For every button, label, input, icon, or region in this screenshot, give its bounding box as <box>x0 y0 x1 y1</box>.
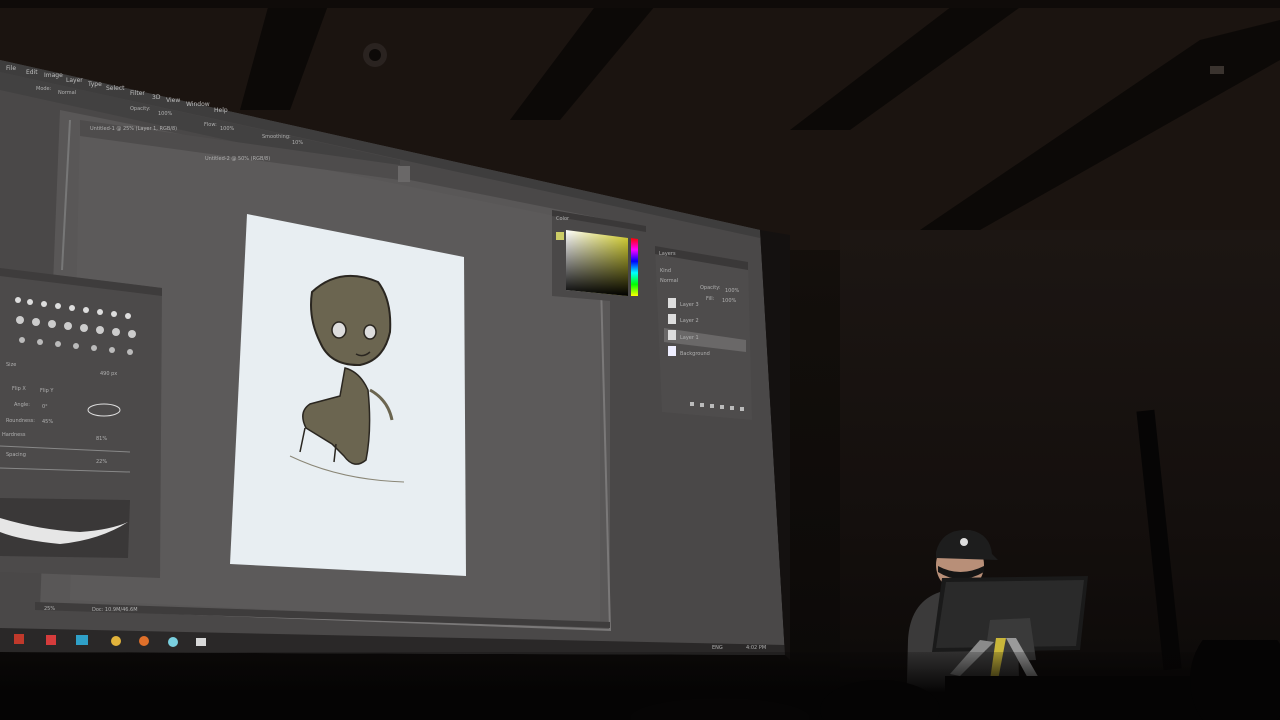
brush-spacing-value[interactable]: 22% <box>96 459 107 465</box>
layers-fill-label: Fill: <box>706 296 715 302</box>
layer-name: Layer 3 <box>680 302 699 308</box>
brush-settings-panel: Size 490 px Flip X Flip Y Angle: 0° Roun… <box>0 268 162 578</box>
color-panel-title: Color <box>556 216 570 222</box>
audience-heads <box>630 640 1280 720</box>
menu-3d[interactable]: 3D <box>152 94 161 101</box>
brush-size-value[interactable]: 490 px <box>100 371 117 377</box>
option-opacity-label: Opacity: <box>130 106 151 112</box>
brush-angle-label: Angle: <box>14 402 30 408</box>
menu-filter[interactable]: Filter <box>130 90 145 97</box>
option-smoothing-value[interactable]: 10% <box>292 140 303 146</box>
menu-file[interactable]: File <box>6 65 16 72</box>
menu-image[interactable]: Image <box>44 72 63 79</box>
menu-window[interactable]: Window <box>186 101 210 108</box>
brush-hardness-label: Hardness <box>2 432 26 438</box>
layer-thumbnail <box>668 314 676 324</box>
brush-roundness-value[interactable]: 45% <box>42 419 53 425</box>
window-control-icon[interactable] <box>398 166 410 182</box>
layer-name: Layer 1 <box>680 335 699 341</box>
menu-type[interactable]: Type <box>87 81 102 88</box>
menu-layer[interactable]: Layer <box>66 77 83 84</box>
layers-panel: Layers Kind Normal Opacity: 100% Fill: 1… <box>655 246 752 420</box>
brush-roundness-label: Roundness: <box>6 418 35 424</box>
layer-name: Layer 2 <box>680 318 699 324</box>
flip-y-checkbox[interactable]: Flip Y <box>40 388 54 394</box>
option-mode-value[interactable]: Normal <box>58 90 76 96</box>
foreground-swatch[interactable] <box>556 232 564 240</box>
layers-panel-title: Layers <box>659 251 676 257</box>
layers-fill-value[interactable]: 100% <box>722 298 737 304</box>
projection-screen: 25% Doc: 10.9M/46.6M File Edit Image Lay… <box>0 60 790 660</box>
option-smoothing-label: Smoothing: <box>262 134 291 140</box>
cap <box>936 529 998 560</box>
menu-edit[interactable]: Edit <box>26 69 38 76</box>
brush-hardness-value[interactable]: 81% <box>96 436 107 442</box>
brush-size-label: Size <box>6 362 16 368</box>
menu-select[interactable]: Select <box>106 85 125 92</box>
color-panel: Color <box>552 210 646 304</box>
tab-untitled-1[interactable]: Untitled-1 @ 25% (Layer 1, RGB/8) <box>90 126 177 132</box>
layer-name: Background <box>680 351 710 357</box>
layers-kind-filter[interactable]: Kind <box>660 268 671 274</box>
hue-slider[interactable] <box>631 238 638 296</box>
option-mode-label: Mode: <box>36 86 52 92</box>
brush-spacing-label: Spacing <box>6 452 26 458</box>
layers-opacity-value[interactable]: 100% <box>725 288 740 294</box>
layer-thumbnail <box>668 298 676 308</box>
status-zoom: 25% <box>44 606 55 612</box>
layer-thumbnail <box>668 346 676 356</box>
projected-photoshop: 25% Doc: 10.9M/46.6M File Edit Image Lay… <box>0 60 790 660</box>
menu-view[interactable]: View <box>166 97 180 104</box>
tab-untitled-2[interactable]: Untitled-2 @ 50% (RGB/8) <box>205 156 270 162</box>
menu-help[interactable]: Help <box>214 107 228 114</box>
option-flow-label: Flow: <box>204 122 217 128</box>
brush-angle-value[interactable]: 0° <box>42 404 48 410</box>
layers-blend-mode[interactable]: Normal <box>660 278 678 284</box>
layers-opacity-label: Opacity: <box>700 285 721 291</box>
option-flow-value[interactable]: 100% <box>220 126 235 132</box>
option-opacity-value[interactable]: 100% <box>158 111 173 117</box>
layer-thumbnail <box>668 330 676 340</box>
flip-x-checkbox[interactable]: Flip X <box>12 386 26 392</box>
status-doc: Doc: 10.9M/46.6M <box>92 607 138 613</box>
